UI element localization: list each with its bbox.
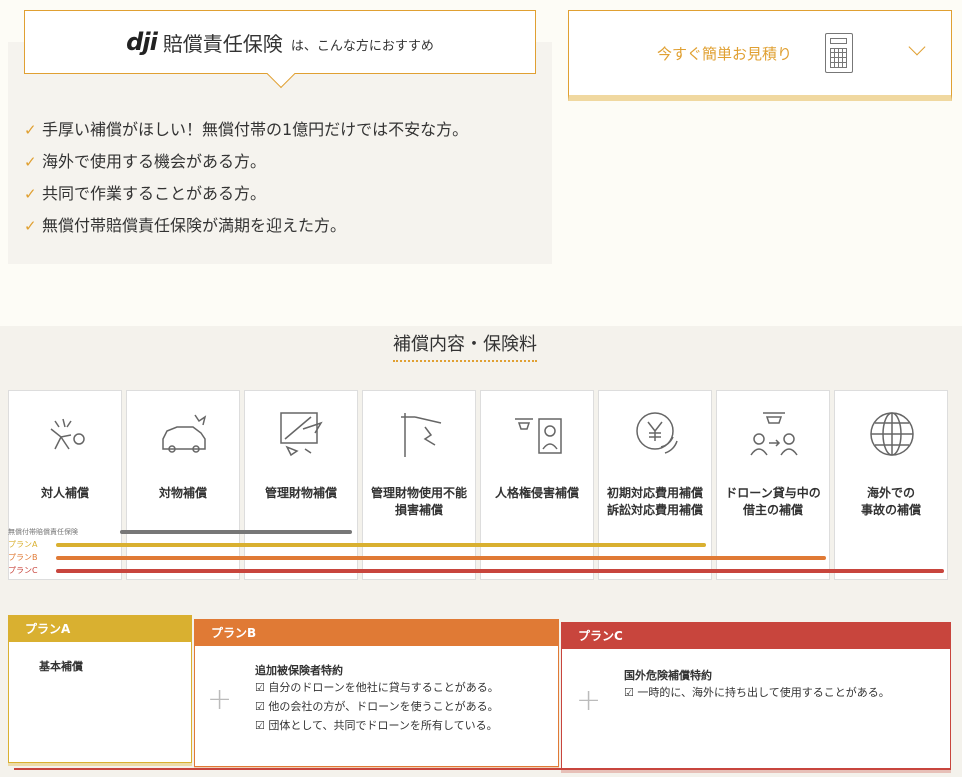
person-injury-icon	[50, 418, 85, 450]
plan-c-items: ☑ 一時的に、海外に持ち出して使用することがある。	[624, 686, 890, 699]
globe-icon	[870, 412, 914, 456]
bar-line-plan-a	[56, 543, 706, 547]
recommend-item: ✓ 無償付帯賠償責任保険が満期を迎えた方。	[24, 210, 468, 242]
plan-b-items: ☑ 自分のドローンを他社に貸与することがある。 ☑ 他の会社の方が、ドローンを使…	[255, 681, 499, 732]
pole-damage-icon	[401, 413, 442, 457]
plan-c-card: プランC + 国外危険補償特約 ☑ 一時的に、海外に持ち出して使用することがある…	[561, 622, 951, 770]
recommend-header: dji 賠償責任保険 は、こんな方におすすめ	[24, 10, 536, 89]
bar-line-plan-b	[56, 556, 826, 560]
check-icon: ✓	[24, 217, 37, 235]
check-icon: ✓	[24, 153, 37, 171]
check-icon: ✓	[24, 185, 37, 203]
chevron-down-icon	[908, 38, 926, 56]
recommend-item: ✓ 手厚い補償がほしい！無償付帯の1億円だけでは不安な方。	[24, 114, 468, 146]
recommend-item: ✓ 共同で作業することがある方。	[24, 178, 468, 210]
plan-a-card: プランA 基本補償	[8, 615, 192, 763]
car-damage-icon	[162, 414, 207, 453]
recommend-title: 賠償責任保険	[162, 31, 283, 56]
drone-lending-icon	[750, 412, 798, 456]
check-icon: ✓	[24, 121, 37, 139]
plan-b-card: プランB + 追加被保険者特約 ☑ 自分のドローンを他社に貸与することがある。 …	[194, 619, 559, 767]
bar-plan-b: プランB	[8, 552, 948, 564]
plus-icon: +	[207, 682, 233, 717]
estimate-button[interactable]: 今すぐ簡単お見積り	[568, 10, 952, 101]
plan-stack-line	[14, 768, 951, 770]
estimate-label: 今すぐ簡単お見積り	[657, 45, 793, 63]
plus-icon: +	[576, 683, 602, 718]
recommend-item: ✓ 海外で使用する機会がある方。	[24, 146, 468, 178]
bar-line-plan-c	[56, 569, 944, 573]
calculator-icon	[825, 33, 853, 73]
drone-privacy-icon	[515, 418, 562, 454]
bar-plan-a: プランA	[8, 539, 948, 551]
recommend-subtitle: は、こんな方におすすめ	[290, 38, 434, 54]
yen-coin-icon	[636, 412, 678, 454]
bar-line-free	[120, 530, 352, 534]
bar-free: 無償付帯賠償責任保険	[8, 526, 948, 538]
bar-plan-c: プランC	[8, 565, 948, 577]
coverage-title: 補償内容・保険料	[393, 330, 537, 362]
dji-logo: dji	[126, 28, 158, 56]
recommend-list: ✓ 手厚い補償がほしい！無償付帯の1億円だけでは不安な方。 ✓ 海外で使用する機会が…	[24, 114, 468, 242]
window-break-icon	[280, 412, 323, 457]
